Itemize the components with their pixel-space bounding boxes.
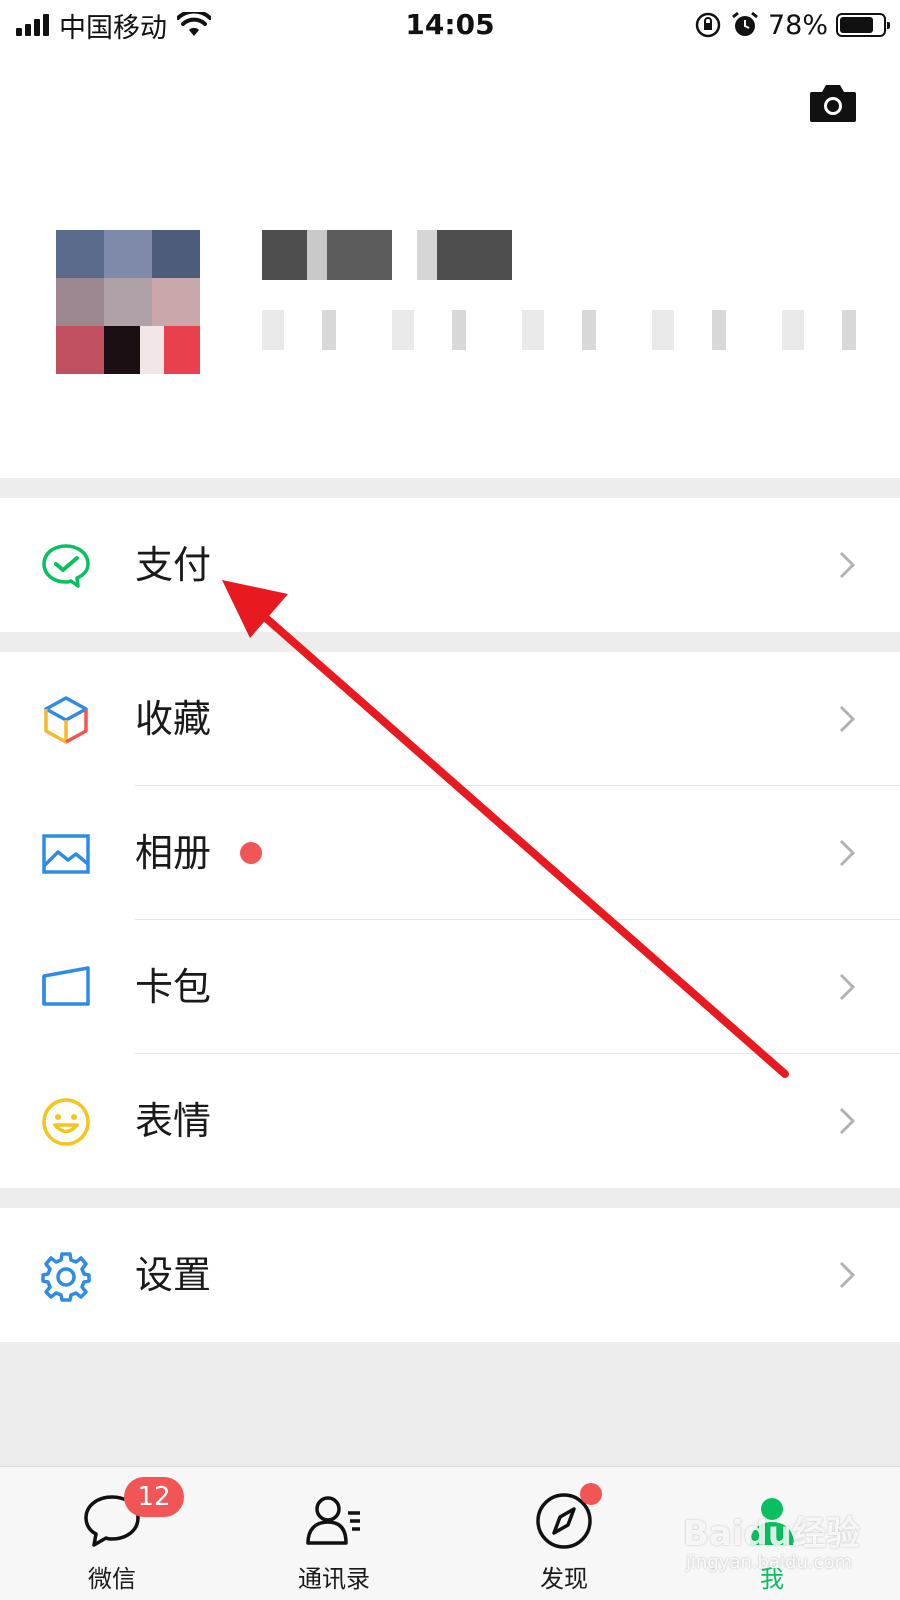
menu-group-main: 收藏 相册 卡包 表情 xyxy=(0,652,900,1188)
menu-item-label: 收藏 xyxy=(135,697,212,741)
chevron-right-icon xyxy=(839,705,856,733)
alarm-clock-icon xyxy=(732,11,758,36)
menu-item-label: 表情 xyxy=(135,1099,212,1143)
battery-fill xyxy=(840,17,873,33)
battery-percentage: 78% xyxy=(767,9,828,41)
favorites-cube-icon xyxy=(44,696,88,744)
menu-item-label: 设置 xyxy=(135,1253,212,1297)
wechat-pay-icon xyxy=(42,544,90,588)
smiley-icon xyxy=(42,1098,90,1146)
contacts-icon xyxy=(306,1496,360,1545)
menu-item-album[interactable]: 相册 xyxy=(0,786,900,920)
rotation-lock-icon xyxy=(695,12,721,38)
notification-dot xyxy=(580,1483,602,1505)
menu-item-cards[interactable]: 卡包 xyxy=(0,920,900,1054)
tab-label: 发现 xyxy=(540,1565,588,1593)
battery-icon xyxy=(836,13,890,37)
tab-label: 通讯录 xyxy=(298,1565,370,1593)
profile-header[interactable] xyxy=(0,50,900,478)
watermark-logo: Baidu经验 xyxy=(682,1514,860,1554)
camera-icon[interactable] xyxy=(808,80,858,124)
status-bar: 中国移动 14:05 78% xyxy=(0,0,900,50)
tab-discover[interactable]: 发现 xyxy=(484,1467,644,1600)
status-right: 78% xyxy=(694,8,890,42)
menu-item-settings[interactable]: 设置 xyxy=(0,1208,900,1342)
menu-item-label: 相册 xyxy=(135,831,212,875)
nickname-pixelated xyxy=(262,230,512,280)
menu-item-label: 卡包 xyxy=(135,965,212,1009)
avatar[interactable] xyxy=(56,230,200,374)
notification-dot xyxy=(240,842,262,864)
unread-badge: 12 xyxy=(124,1477,184,1517)
menu-item-favorites[interactable]: 收藏 xyxy=(0,652,900,786)
watermark-url: jingyan.baidu.com xyxy=(685,1552,852,1573)
chevron-right-icon xyxy=(839,1261,856,1289)
tab-contacts[interactable]: 通讯录 xyxy=(254,1467,414,1600)
tab-label: 微信 xyxy=(88,1565,136,1593)
tab-chats[interactable]: 微信 12 xyxy=(32,1467,192,1600)
menu-item-label: 支付 xyxy=(135,543,212,587)
chevron-right-icon xyxy=(839,1107,856,1135)
menu-group-pay: 支付 xyxy=(0,498,900,632)
wechat-id-pixelated xyxy=(262,310,862,350)
menu-group-settings: 设置 xyxy=(0,1208,900,1342)
chevron-right-icon xyxy=(839,973,856,1001)
chevron-right-icon xyxy=(839,839,856,867)
chevron-right-icon xyxy=(839,551,856,579)
menu-item-stickers[interactable]: 表情 xyxy=(0,1054,900,1188)
card-wallet-icon xyxy=(42,966,90,1006)
gear-icon xyxy=(41,1252,91,1302)
menu-item-pay[interactable]: 支付 xyxy=(0,498,900,632)
album-picture-icon xyxy=(42,834,90,874)
